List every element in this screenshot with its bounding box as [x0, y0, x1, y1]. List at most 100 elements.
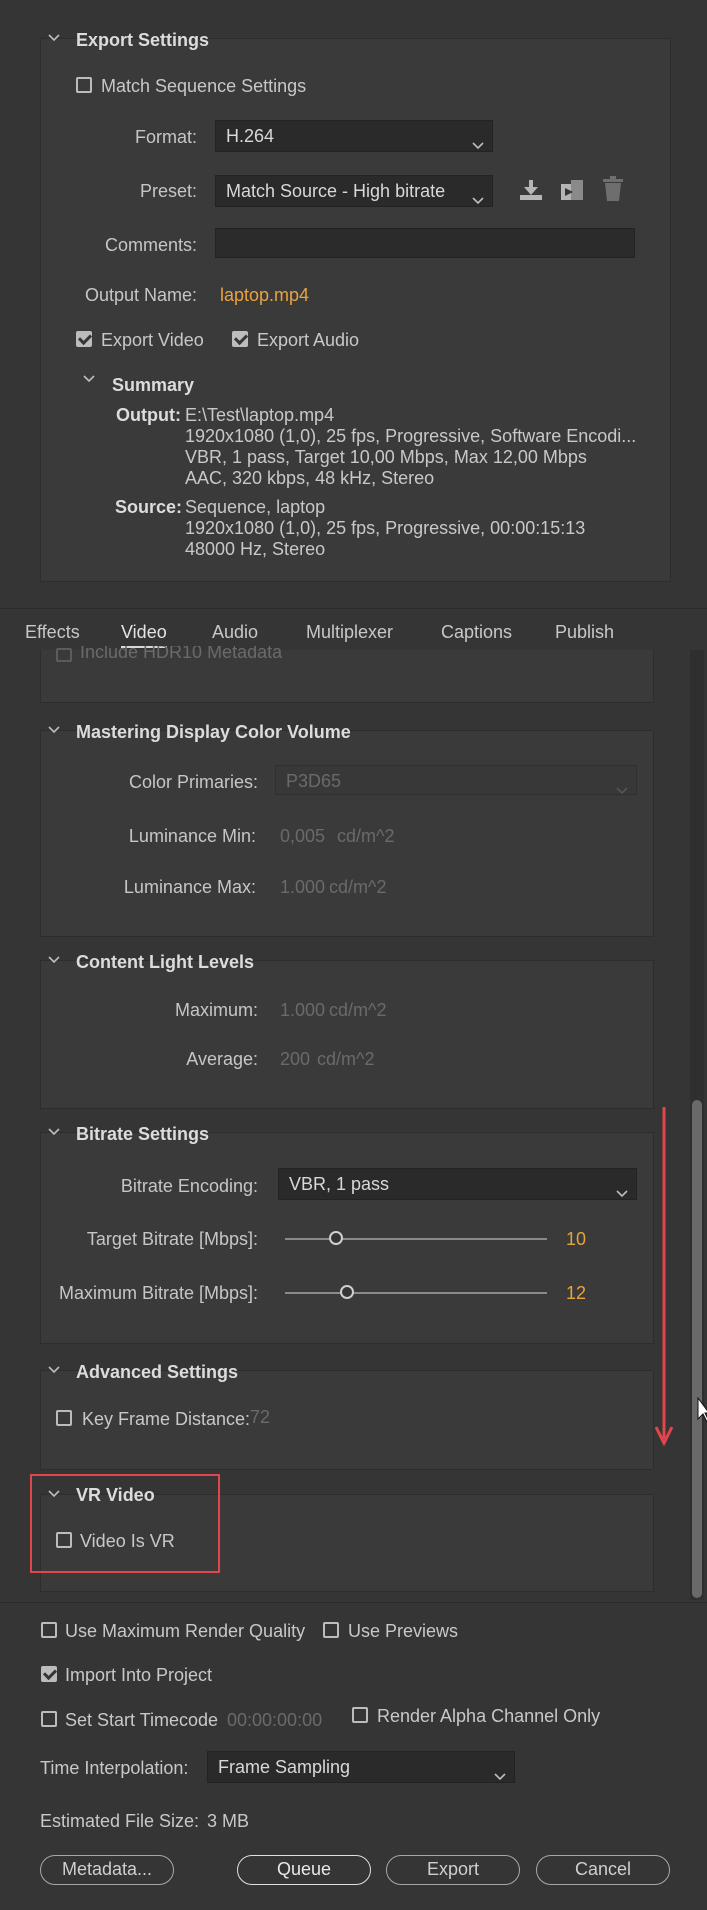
save-preset-icon[interactable]	[518, 178, 544, 207]
summary-output-line: VBR, 1 pass, Target 10,00 Mbps, Max 12,0…	[185, 447, 587, 467]
export-audio-checkbox[interactable]	[232, 331, 248, 347]
content-max-unit: cd/m^2	[329, 1000, 387, 1020]
summary-title: Summary	[112, 375, 195, 395]
comments-input[interactable]	[215, 228, 635, 258]
content-light-chevron-icon[interactable]	[48, 956, 60, 966]
format-value: H.264	[226, 126, 275, 146]
time-interpolation-select[interactable]: Frame Sampling	[207, 1751, 515, 1783]
format-label: Format:	[134, 127, 197, 147]
scroll-down-arrow-annotation	[654, 1107, 674, 1447]
vr-highlight-box	[30, 1474, 220, 1573]
luminance-max-value[interactable]: 1.000	[280, 877, 325, 898]
export-video-checkbox[interactable]	[76, 331, 92, 347]
chevron-down-icon	[472, 129, 484, 159]
color-primaries-value: P3D65	[286, 771, 342, 791]
summary-source-label: Source:	[115, 497, 183, 517]
export-settings-title: Export Settings	[76, 30, 210, 50]
metadata-button[interactable]: Metadata...	[40, 1855, 174, 1885]
max-bitrate-slider-track[interactable]	[285, 1292, 547, 1294]
bitrate-title: Bitrate Settings	[76, 1124, 210, 1144]
target-bitrate-slider-handle[interactable]	[329, 1231, 343, 1245]
max-render-quality-checkbox[interactable]	[41, 1622, 57, 1638]
export-audio-label: Export Audio	[257, 330, 360, 350]
cancel-button[interactable]: Cancel	[536, 1855, 670, 1885]
content-light-panel	[40, 960, 654, 1109]
preset-value: Match Source - High bitrate	[226, 181, 446, 201]
output-name-link[interactable]: laptop.mp4	[220, 285, 309, 306]
include-hdr10-label: Include HDR10 Metadata	[80, 646, 283, 662]
mouse-cursor-icon	[697, 1397, 707, 1423]
tab-captions[interactable]: Captions	[441, 622, 512, 643]
summary-output-line: 1920x1080 (1,0), 25 fps, Progressive, So…	[185, 426, 637, 446]
import-preset-icon[interactable]	[559, 178, 585, 207]
max-bitrate-value[interactable]: 12	[566, 1283, 586, 1304]
time-interpolation-value: Frame Sampling	[218, 1757, 351, 1777]
bitrate-encoding-select[interactable]: VBR, 1 pass	[278, 1168, 637, 1200]
luminance-min-label: Luminance Min:	[128, 826, 256, 846]
advanced-title: Advanced Settings	[76, 1362, 239, 1382]
match-sequence-label: Match Sequence Settings	[101, 76, 307, 96]
max-bitrate-slider-handle[interactable]	[340, 1285, 354, 1299]
bottom-divider	[0, 1602, 707, 1603]
set-start-timecode-label: Set Start Timecode	[65, 1710, 219, 1730]
tab-multiplexer[interactable]: Multiplexer	[306, 622, 393, 643]
tab-video[interactable]: Video	[121, 622, 167, 643]
content-avg-unit: cd/m^2	[317, 1049, 375, 1069]
summary-output-label: Output:	[116, 405, 181, 425]
delete-preset-icon[interactable]	[601, 176, 625, 207]
estimated-file-size-value: 3 MB	[207, 1811, 250, 1831]
start-timecode-value[interactable]: 00:00:00:00	[227, 1710, 322, 1731]
content-avg-value[interactable]: 200	[280, 1049, 310, 1070]
preset-select[interactable]: Match Source - High bitrate	[215, 175, 493, 207]
max-bitrate-label: Maximum Bitrate [Mbps]:	[58, 1283, 258, 1303]
keyframe-distance-checkbox[interactable]	[56, 1410, 72, 1426]
scrollbar-thumb[interactable]	[692, 1100, 702, 1598]
content-light-title: Content Light Levels	[76, 952, 255, 972]
import-into-project-checkbox[interactable]	[41, 1666, 57, 1682]
color-primaries-select[interactable]: P3D65	[275, 765, 637, 795]
export-button[interactable]: Export	[386, 1855, 520, 1885]
set-start-timecode-checkbox[interactable]	[41, 1711, 57, 1727]
mastering-chevron-icon[interactable]	[48, 726, 60, 736]
keyframe-distance-value[interactable]: 72	[250, 1407, 270, 1428]
bitrate-encoding-label: Bitrate Encoding:	[120, 1176, 258, 1196]
chevron-down-icon	[494, 1760, 506, 1790]
luminance-min-unit: cd/m^2	[337, 826, 395, 846]
target-bitrate-value[interactable]: 10	[566, 1229, 586, 1250]
import-into-project-label: Import Into Project	[65, 1665, 213, 1685]
tab-bar-divider	[0, 608, 707, 609]
tab-audio[interactable]: Audio	[212, 622, 258, 643]
tab-publish[interactable]: Publish	[555, 622, 614, 643]
max-render-quality-label: Use Maximum Render Quality	[65, 1621, 306, 1641]
summary-chevron-icon[interactable]	[83, 375, 95, 385]
summary-source-line: Sequence, laptop	[185, 497, 326, 517]
time-interpolation-label: Time Interpolation:	[40, 1758, 189, 1778]
include-hdr10-checkbox[interactable]	[56, 648, 72, 662]
bitrate-chevron-icon[interactable]	[48, 1128, 60, 1138]
match-sequence-checkbox[interactable]	[76, 77, 92, 93]
content-max-value[interactable]: 1.000	[280, 1000, 325, 1021]
color-primaries-label: Color Primaries:	[128, 772, 258, 792]
export-settings-chevron-icon[interactable]	[48, 34, 60, 44]
summary-source-line: 1920x1080 (1,0), 25 fps, Progressive, 00…	[185, 518, 586, 538]
render-alpha-checkbox[interactable]	[352, 1707, 368, 1723]
chevron-down-icon	[616, 1177, 628, 1207]
render-alpha-label: Render Alpha Channel Only	[377, 1706, 601, 1726]
estimated-file-size-label: Estimated File Size:	[40, 1811, 200, 1831]
tab-effects[interactable]: Effects	[25, 622, 80, 643]
summary-output-line: AAC, 320 kbps, 48 kHz, Stereo	[185, 468, 435, 488]
luminance-max-unit: cd/m^2	[329, 877, 387, 897]
advanced-chevron-icon[interactable]	[48, 1366, 60, 1376]
summary-output-line: E:\Test\laptop.mp4	[185, 405, 335, 425]
preset-label: Preset:	[139, 181, 197, 201]
output-name-label: Output Name:	[84, 285, 197, 305]
use-previews-checkbox[interactable]	[323, 1622, 339, 1638]
chevron-down-icon	[616, 774, 628, 804]
content-max-label: Maximum:	[174, 1000, 258, 1020]
bitrate-encoding-value: VBR, 1 pass	[289, 1174, 390, 1194]
export-video-label: Export Video	[101, 330, 204, 350]
format-select[interactable]: H.264	[215, 120, 493, 152]
queue-button[interactable]: Queue	[237, 1855, 371, 1885]
target-bitrate-slider-track[interactable]	[285, 1238, 547, 1240]
luminance-min-value[interactable]: 0,005	[280, 826, 325, 847]
